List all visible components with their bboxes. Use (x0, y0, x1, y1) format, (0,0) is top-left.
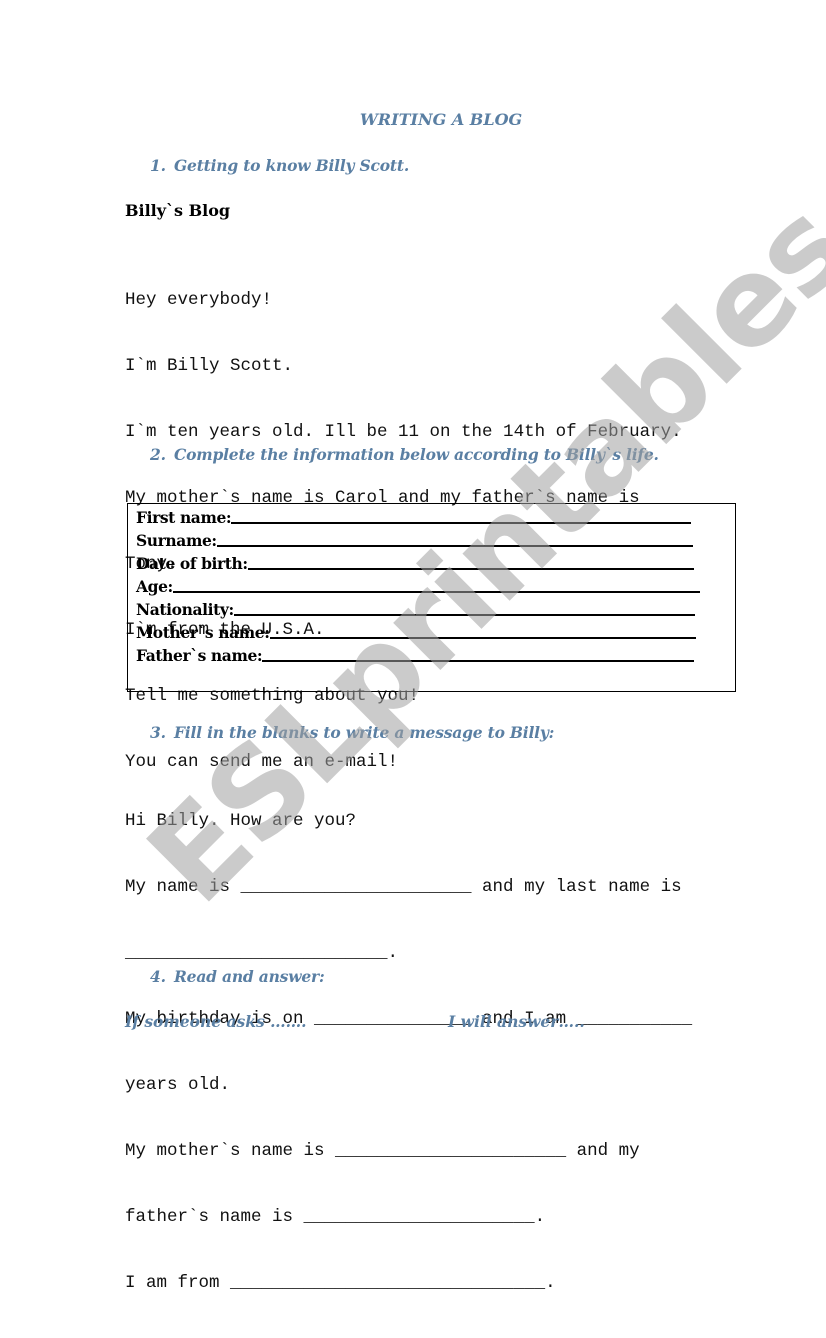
section-heading-text: Read and answer: (174, 967, 325, 986)
section-4-heading: 4. Read and answer: (150, 967, 325, 986)
message-line[interactable]: I am from ______________________________… (125, 1272, 692, 1294)
section-3-heading: 3. Fill in the blanks to write a message … (150, 723, 554, 742)
message-line[interactable]: father`s name is ______________________. (125, 1206, 692, 1228)
message-body: Hi Billy. How are you? My name is ______… (125, 766, 692, 1338)
field-fathers-name[interactable]: Father`s name: (136, 646, 695, 665)
field-label: First name: (136, 508, 232, 527)
field-label: Date of birth: (136, 554, 248, 573)
message-line[interactable]: My name is ______________________ and my… (125, 876, 692, 898)
blank-line[interactable] (233, 614, 695, 616)
section-1-heading: 1. Getting to know Billy Scott. (150, 156, 409, 175)
field-label: Age: (136, 577, 173, 596)
section-heading-text: Fill in the blanks to write a message to… (174, 723, 555, 742)
blog-line: I`m ten years old. Ill be 11 on the 14th… (125, 422, 682, 442)
message-line: Hi Billy. How are you? (125, 811, 357, 831)
blank-line[interactable] (216, 545, 693, 547)
section-number: 3. (150, 723, 166, 742)
field-age[interactable]: Age: (136, 577, 700, 596)
blog-line: I`m Billy Scott. (125, 356, 294, 376)
blank-line[interactable] (269, 637, 696, 639)
worksheet-page: WRITING A BLOG 1. Getting to know Billy S… (0, 0, 826, 1293)
worksheet-title: WRITING A BLOG (359, 110, 523, 129)
blank-line[interactable] (262, 660, 695, 662)
field-date-of-birth[interactable]: Date of birth: (136, 554, 694, 573)
field-nationality[interactable]: Nationality: (136, 600, 695, 619)
message-line[interactable]: My mother`s name is ____________________… (125, 1140, 692, 1162)
section-heading-text: Complete the information below according… (174, 445, 659, 464)
section-number: 1. (150, 156, 166, 175)
blog-line: Hey everybody! (125, 290, 273, 310)
field-surname[interactable]: Surname: (136, 531, 693, 550)
column-label-answer: I will answer….. (448, 1012, 585, 1031)
section-number: 2. (150, 445, 166, 464)
field-label: Father`s name: (136, 646, 263, 665)
field-first-name[interactable]: First name: (136, 508, 692, 527)
message-line[interactable]: _________________________. (125, 942, 692, 964)
field-label: Mother`s name: (136, 623, 270, 642)
field-label: Surname: (136, 531, 217, 550)
column-label-question: If someone asks ……. (125, 1012, 307, 1031)
blank-line[interactable] (247, 568, 694, 570)
field-label: Nationality: (136, 600, 234, 619)
message-line: years old. (125, 1075, 231, 1095)
blank-line[interactable] (231, 522, 692, 524)
blog-title: Billy`s Blog (125, 201, 231, 220)
section-number: 4. (150, 967, 166, 986)
section-2-heading: 2. Complete the information below accordi… (150, 445, 659, 464)
section-heading-text: Getting to know Billy Scott. (174, 156, 410, 175)
info-form-box: First name: Surname: Date of birth: Age:… (127, 503, 736, 692)
blank-line[interactable] (172, 591, 700, 593)
field-mothers-name[interactable]: Mother`s name: (136, 623, 696, 642)
